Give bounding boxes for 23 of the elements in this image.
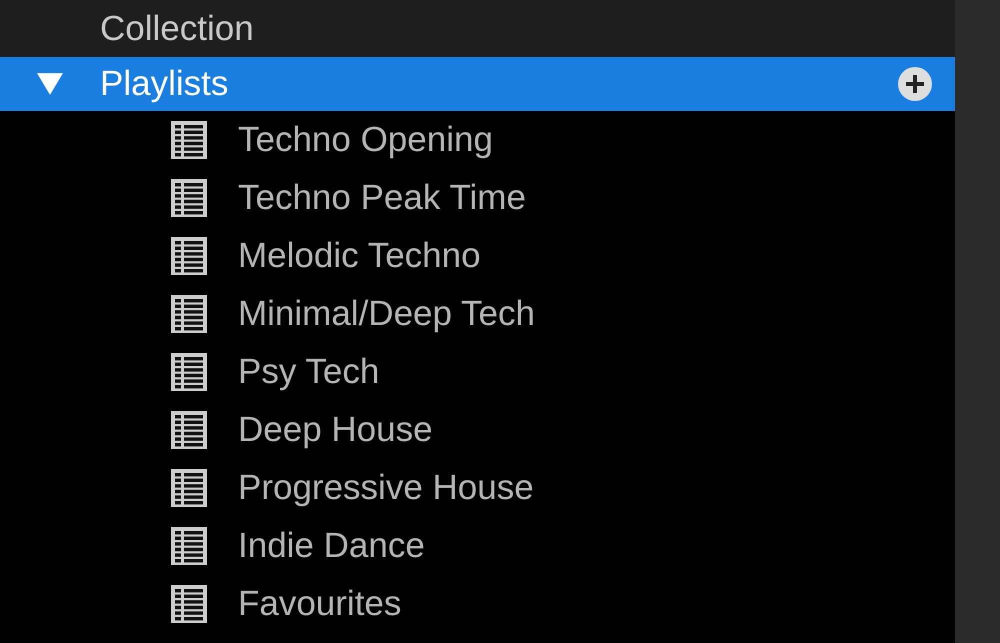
playlist-item[interactable]: Favourites [0,575,955,633]
playlist-icon [170,526,208,566]
playlist-icon [170,120,208,160]
playlist-item[interactable]: Deep House [0,401,955,459]
add-icon[interactable] [897,66,933,102]
folder-label: Playlists [100,64,230,104]
tree-folder[interactable]: Playlists [0,57,955,111]
playlist-item[interactable]: Progressive House [0,459,955,517]
playlist-item[interactable]: Techno Opening [0,111,955,169]
playlist-item[interactable]: Techno Peak Time [0,169,955,227]
playlist-icon [170,294,208,334]
expand-triangle-icon[interactable] [37,73,63,95]
playlist-icon [170,584,208,624]
playlist-item[interactable]: Psy Tech [0,343,955,401]
tree-item[interactable]: Collection [0,0,955,57]
playlist-icon [170,178,208,218]
playlist-icon [170,352,208,392]
playlist-item[interactable]: Indie Dance [0,517,955,575]
playlist-icon [170,236,208,276]
playlist-icon [170,410,208,450]
playlist-icon [170,468,208,508]
playlist-item[interactable]: Minimal/Deep Tech [0,285,955,343]
playlist-item[interactable]: Melodic Techno [0,227,955,285]
